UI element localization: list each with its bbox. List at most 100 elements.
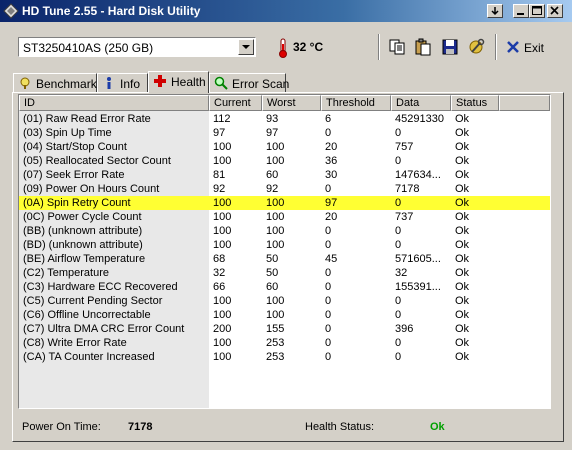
exit-label: Exit bbox=[524, 41, 545, 55]
cell-current: 100 bbox=[213, 211, 232, 223]
tab-error-scan-label: Error Scan bbox=[232, 77, 290, 91]
drive-select[interactable]: ST3250410AS (250 GB) bbox=[18, 37, 256, 57]
cell-status: Ok bbox=[455, 253, 470, 265]
column-header-threshold[interactable]: Threshold bbox=[321, 95, 391, 111]
cell-status: Ok bbox=[455, 309, 470, 321]
close-icon bbox=[550, 6, 559, 15]
table-row[interactable]: (BD) (unknown attribute) 100 100 0 0 Ok bbox=[19, 238, 550, 252]
smart-attributes-table[interactable]: ID Current Worst Threshold Data Status (… bbox=[18, 94, 551, 409]
table-row[interactable]: (C2) Temperature 32 50 0 32 Ok bbox=[19, 266, 550, 280]
cell-current: 100 bbox=[213, 197, 232, 209]
column-header-data[interactable]: Data bbox=[391, 95, 451, 111]
dropdown-menu-button[interactable] bbox=[487, 4, 503, 18]
cell-id: (07) Seek Error Rate bbox=[23, 169, 125, 181]
cell-id: (09) Power On Hours Count bbox=[23, 183, 160, 195]
cell-worst: 253 bbox=[266, 351, 285, 363]
table-row[interactable]: (C8) Write Error Rate 100 253 0 0 Ok bbox=[19, 336, 550, 350]
toolbar-separator bbox=[378, 34, 380, 60]
table-row[interactable]: (01) Raw Read Error Rate 112 93 6 45291330 Ok bbox=[19, 112, 550, 126]
cell-threshold: 30 bbox=[325, 169, 338, 181]
cell-id: (C3) Hardware ECC Recovered bbox=[23, 281, 178, 293]
app-diamond-icon bbox=[3, 3, 19, 19]
table-row[interactable]: (CA) TA Counter Increased 100 253 0 0 Ok bbox=[19, 350, 550, 364]
cell-data: 0 bbox=[395, 351, 402, 363]
table-row[interactable]: (C5) Current Pending Sector 100 100 0 0 Ok bbox=[19, 294, 550, 308]
column-header-id[interactable]: ID bbox=[19, 95, 209, 111]
save-icon[interactable] bbox=[441, 38, 459, 56]
cell-worst: 60 bbox=[266, 169, 279, 181]
cell-worst: 50 bbox=[266, 253, 279, 265]
cell-threshold: 0 bbox=[325, 127, 332, 139]
cell-id: (05) Reallocated Sector Count bbox=[23, 155, 171, 167]
paste-icon[interactable] bbox=[414, 38, 432, 56]
toolbar-separator-2 bbox=[495, 34, 497, 60]
cell-status: Ok bbox=[455, 351, 470, 363]
cell-current: 100 bbox=[213, 225, 232, 237]
cell-id: (0C) Power Cycle Count bbox=[23, 211, 142, 223]
health-status-label: Health Status: bbox=[305, 421, 375, 433]
table-row[interactable]: (C7) Ultra DMA CRC Error Count 200 155 0 396… bbox=[19, 322, 550, 336]
cell-data: 571605... bbox=[395, 253, 441, 265]
cell-id: (BB) (unknown attribute) bbox=[23, 225, 143, 237]
options-wrench-icon[interactable] bbox=[468, 38, 486, 56]
cell-worst: 92 bbox=[266, 183, 279, 195]
cell-worst: 253 bbox=[266, 337, 285, 349]
drive-select-value: ST3250410AS (250 GB) bbox=[23, 41, 154, 55]
cell-current: 92 bbox=[213, 183, 226, 195]
tab-info[interactable]: Info bbox=[97, 73, 148, 92]
cell-current: 100 bbox=[213, 155, 232, 167]
maximize-button[interactable] bbox=[529, 4, 545, 18]
cell-status: Ok bbox=[455, 323, 470, 335]
cell-id: (CA) TA Counter Increased bbox=[23, 351, 155, 363]
cell-id: (03) Spin Up Time bbox=[23, 127, 112, 139]
table-row[interactable]: (C3) Hardware ECC Recovered 66 60 0 155391..… bbox=[19, 280, 550, 294]
cell-worst: 50 bbox=[266, 267, 279, 279]
minimize-icon bbox=[517, 13, 524, 15]
tab-health[interactable]: Health bbox=[148, 71, 209, 93]
arrow-down-icon bbox=[491, 7, 499, 16]
column-header-status[interactable]: Status bbox=[451, 95, 499, 111]
cell-worst: 100 bbox=[266, 197, 285, 209]
health-cross-icon bbox=[154, 75, 166, 87]
table-row[interactable]: (BB) (unknown attribute) 100 100 0 0 Ok bbox=[19, 224, 550, 238]
title-bar[interactable]: HD Tune 2.55 - Hard Disk Utility bbox=[0, 0, 572, 22]
table-row[interactable]: (07) Seek Error Rate 81 60 30 147634... Ok bbox=[19, 168, 550, 182]
cell-status: Ok bbox=[455, 169, 470, 181]
table-row[interactable]: (BE) Airflow Temperature 68 50 45 571605... O… bbox=[19, 252, 550, 266]
tab-health-label: Health bbox=[171, 75, 206, 89]
cell-data: 0 bbox=[395, 225, 402, 237]
cell-status: Ok bbox=[455, 113, 470, 125]
table-row[interactable]: (0C) Power Cycle Count 100 100 20 737 Ok bbox=[19, 210, 550, 224]
cell-id: (C7) Ultra DMA CRC Error Count bbox=[23, 323, 185, 335]
close-button[interactable] bbox=[547, 4, 563, 18]
gauge-icon bbox=[20, 77, 30, 89]
drive-select-arrow[interactable] bbox=[238, 39, 254, 55]
cell-current: 100 bbox=[213, 141, 232, 153]
cell-data: 0 bbox=[395, 197, 402, 209]
cell-status: Ok bbox=[455, 337, 470, 349]
power-on-time-label: Power On Time: bbox=[22, 421, 101, 433]
minimize-button[interactable] bbox=[513, 4, 529, 18]
table-row[interactable]: (C6) Offline Uncorrectable 100 100 0 0 Ok bbox=[19, 308, 550, 322]
tab-error-scan[interactable]: Error Scan bbox=[209, 73, 290, 92]
column-header-worst[interactable]: Worst bbox=[262, 95, 321, 111]
tab-benchmark[interactable]: Benchmark bbox=[13, 73, 97, 92]
table-row[interactable]: (05) Reallocated Sector Count 100 100 36 0 Ok bbox=[19, 154, 550, 168]
table-row[interactable]: (09) Power On Hours Count 92 92 0 7178 Ok bbox=[19, 182, 550, 196]
cell-threshold: 0 bbox=[325, 183, 332, 195]
column-header-current[interactable]: Current bbox=[209, 95, 262, 111]
table-row[interactable]: (0A) Spin Retry Count 100 100 97 0 Ok bbox=[19, 196, 550, 210]
table-row[interactable]: (04) Start/Stop Count 100 100 20 757 Ok bbox=[19, 140, 550, 154]
cell-status: Ok bbox=[455, 225, 470, 237]
cell-threshold: 0 bbox=[325, 309, 332, 321]
cell-threshold: 0 bbox=[325, 295, 332, 307]
table-row[interactable]: (03) Spin Up Time 97 97 0 0 Ok bbox=[19, 126, 550, 140]
copy-icon[interactable] bbox=[388, 38, 406, 56]
thermometer-icon bbox=[279, 38, 287, 58]
cell-worst: 60 bbox=[266, 281, 279, 293]
cell-status: Ok bbox=[455, 295, 470, 307]
cell-data: 396 bbox=[395, 323, 414, 335]
cell-threshold: 20 bbox=[325, 211, 338, 223]
cell-status: Ok bbox=[455, 155, 470, 167]
cell-data: 757 bbox=[395, 141, 414, 153]
